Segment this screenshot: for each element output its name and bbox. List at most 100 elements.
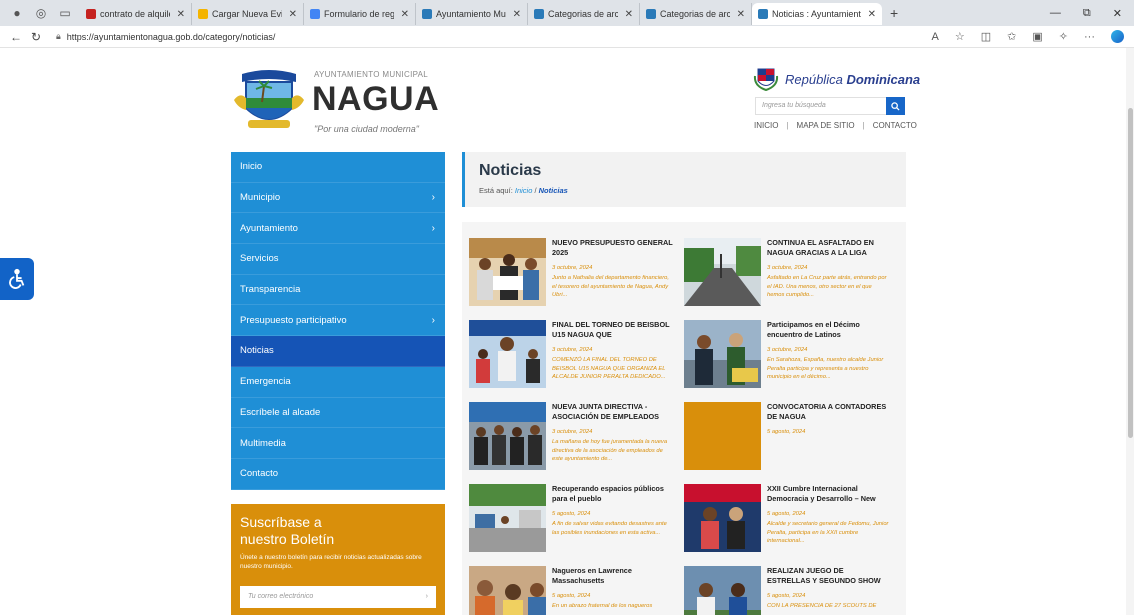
- chevron-right-icon: ›: [431, 192, 435, 204]
- back-icon[interactable]: ←: [6, 30, 26, 44]
- tab-actions-icon[interactable]: ▭: [58, 6, 72, 20]
- sidebar-item[interactable]: Presupuesto participativo ›: [231, 305, 445, 337]
- news-excerpt: Junto a Nathalia del departamento financ…: [552, 275, 669, 298]
- refresh-icon[interactable]: ↻: [26, 30, 46, 44]
- top-links: INICIO | MAPA DE SITIO | CONTACTO: [754, 121, 917, 130]
- news-card: Recuperando espacios públicos para el pu…: [469, 484, 674, 556]
- url-field[interactable]: 🔒︎ https://ayuntamientonagua.gob.do/cate…: [56, 31, 275, 42]
- collections-icon[interactable]: ▣: [1032, 30, 1042, 43]
- sidebar-item[interactable]: Contacto: [231, 458, 445, 490]
- extensions-icon[interactable]: ✧: [1059, 30, 1068, 43]
- search-button[interactable]: [886, 97, 905, 115]
- search-input[interactable]: Ingresa tu búsqueda: [755, 97, 886, 115]
- news-excerpt: Alcalde y secretario general de Fedomu, …: [767, 521, 889, 544]
- sidebar-item[interactable]: Escríbele al alcade: [231, 397, 445, 429]
- browser-tab[interactable]: Categorias de archivos Publica✕: [528, 3, 640, 25]
- address-bar: ← ↻ 🔒︎ https://ayuntamientonagua.gob.do/…: [0, 26, 1134, 48]
- breadcrumb: Está aquí: Inicio / Noticias: [479, 186, 568, 195]
- restore-icon[interactable]: ⧉: [1083, 7, 1091, 20]
- tab-favicon-icon: [310, 9, 320, 19]
- breadcrumb-current: Noticias: [538, 186, 568, 195]
- news-title[interactable]: Participamos en el Décimo encuentro de L…: [767, 320, 889, 340]
- newsletter-email-input[interactable]: Tu correo electrónico ›: [240, 586, 436, 608]
- republica-dominicana-brand[interactable]: República Dominicana: [753, 66, 920, 92]
- nagua-logo[interactable]: [232, 68, 306, 134]
- news-card: Participamos en el Décimo encuentro de L…: [684, 320, 889, 392]
- news-title[interactable]: Recuperando espacios públicos para el pu…: [552, 484, 674, 504]
- favorite-icon[interactable]: ☆: [955, 30, 965, 43]
- close-tab-icon[interactable]: ✕: [289, 9, 297, 20]
- close-window-icon[interactable]: ✕: [1113, 7, 1122, 20]
- brand-title[interactable]: NAGUA: [312, 80, 439, 119]
- news-thumbnail[interactable]: [469, 402, 546, 470]
- sidebar-item[interactable]: Inicio: [231, 152, 445, 183]
- news-title[interactable]: XXII Cumbre Internacional Democracia y D…: [767, 484, 889, 504]
- split-screen-icon[interactable]: ◫: [981, 30, 991, 43]
- news-thumbnail[interactable]: [469, 238, 546, 306]
- brand-subtitle: AYUNTAMIENTO MUNICIPAL: [314, 70, 429, 79]
- scroll-thumb[interactable]: [1128, 108, 1133, 438]
- workspaces-icon[interactable]: ◎: [34, 6, 48, 20]
- new-tab-button[interactable]: +: [882, 5, 906, 21]
- favorites-bar-icon[interactable]: ✩: [1007, 30, 1016, 43]
- news-title[interactable]: CONTINUA EL ASFALTADO EN NAGUA GRACIAS A…: [767, 238, 889, 258]
- site-search: Ingresa tu búsqueda: [755, 97, 905, 115]
- top-link-mapa[interactable]: MAPA DE SITIO: [797, 121, 855, 130]
- news-thumbnail[interactable]: [684, 484, 761, 552]
- news-date: 3 octubre, 2024: [552, 429, 593, 435]
- top-link-inicio[interactable]: INICIO: [754, 121, 778, 130]
- page-scrollbar[interactable]: [1126, 48, 1134, 615]
- browser-tab[interactable]: Ayuntamiento Municipal de Na✕: [416, 3, 528, 25]
- news-title[interactable]: NUEVO PRESUPUESTO GENERAL 2025: [552, 238, 674, 258]
- news-date: 3 octubre, 2024: [552, 347, 593, 353]
- news-thumbnail[interactable]: [469, 484, 546, 552]
- read-aloud-icon[interactable]: A: [932, 31, 939, 43]
- newsletter-title: Suscríbase a nuestro Boletín: [240, 514, 335, 547]
- close-tab-icon[interactable]: ✕: [177, 9, 185, 20]
- news-title[interactable]: NUEVA JUNTA DIRECTIVA - ASOCIACIÓN DE EM…: [552, 402, 674, 422]
- news-title[interactable]: Nagueros en Lawrence Massachusetts: [552, 566, 674, 586]
- sidebar-item[interactable]: Multimedia: [231, 428, 445, 459]
- close-tab-icon[interactable]: ✕: [625, 9, 633, 20]
- submit-arrow-icon[interactable]: ›: [426, 593, 428, 601]
- news-date: 5 agosto, 2024: [767, 429, 806, 435]
- close-tab-icon[interactable]: ✕: [868, 9, 876, 20]
- news-thumbnail[interactable]: [684, 238, 761, 306]
- sidebar-item[interactable]: Noticias: [231, 336, 445, 367]
- news-thumbnail[interactable]: [684, 566, 761, 615]
- sidebar-item[interactable]: Servicios: [231, 244, 445, 275]
- browser-tab-bar: ● ◎ ▭ contrato de alquiler - karolinnc✕C…: [0, 0, 1134, 26]
- news-list: NUEVO PRESUPUESTO GENERAL 2025 3 octubre,…: [462, 222, 906, 615]
- copilot-icon[interactable]: [1111, 30, 1124, 43]
- browser-tab[interactable]: Noticias : Ayuntamiento Munic✕: [752, 3, 882, 25]
- close-tab-icon[interactable]: ✕: [401, 9, 409, 20]
- news-title[interactable]: FINAL DEL TORNEO DE BEISBOL U15 NAGUA QU…: [552, 320, 674, 340]
- news-card: CONTINUA EL ASFALTADO EN NAGUA GRACIAS A…: [684, 238, 889, 310]
- news-date: 3 octubre, 2024: [767, 265, 808, 271]
- news-title[interactable]: REALIZAN JUEGO DE ESTRELLAS Y SEGUNDO SH…: [767, 566, 889, 586]
- profile-icon[interactable]: ●: [10, 6, 24, 20]
- news-date: 5 agosto, 2024: [552, 511, 591, 517]
- news-thumbnail[interactable]: [684, 402, 761, 470]
- browser-tab[interactable]: contrato de alquiler - karolinnc✕: [80, 3, 192, 25]
- accessibility-icon[interactable]: [0, 258, 34, 300]
- sidebar-item[interactable]: Municipio ›: [231, 182, 445, 214]
- news-thumbnail[interactable]: [684, 320, 761, 388]
- browser-tab[interactable]: Cargar Nueva Evidencia - SISM✕: [192, 3, 304, 25]
- sidebar-item[interactable]: Emergencia: [231, 366, 445, 398]
- news-thumbnail[interactable]: [469, 566, 546, 615]
- close-tab-icon[interactable]: ✕: [513, 9, 521, 20]
- browser-tab[interactable]: Formulario de registro de OAI.✕: [304, 3, 416, 25]
- news-thumbnail[interactable]: [469, 320, 546, 388]
- news-title[interactable]: CONVOCATORIA A CONTADORES DE NAGUA: [767, 402, 889, 422]
- minimize-icon[interactable]: —: [1050, 7, 1061, 20]
- sidebar-item[interactable]: Ayuntamiento ›: [231, 213, 445, 245]
- top-link-contacto[interactable]: CONTACTO: [873, 121, 917, 130]
- close-tab-icon[interactable]: ✕: [737, 9, 745, 20]
- breadcrumb-home[interactable]: Inicio: [515, 186, 533, 195]
- news-excerpt: A fin de salvar vidas evitando desastres…: [552, 521, 667, 536]
- more-icon[interactable]: ···: [1084, 31, 1095, 43]
- tab-favicon-icon: [646, 9, 656, 19]
- sidebar-item[interactable]: Transparencia: [231, 274, 445, 306]
- browser-tab[interactable]: Categorias de archivos Base Le✕: [640, 3, 752, 25]
